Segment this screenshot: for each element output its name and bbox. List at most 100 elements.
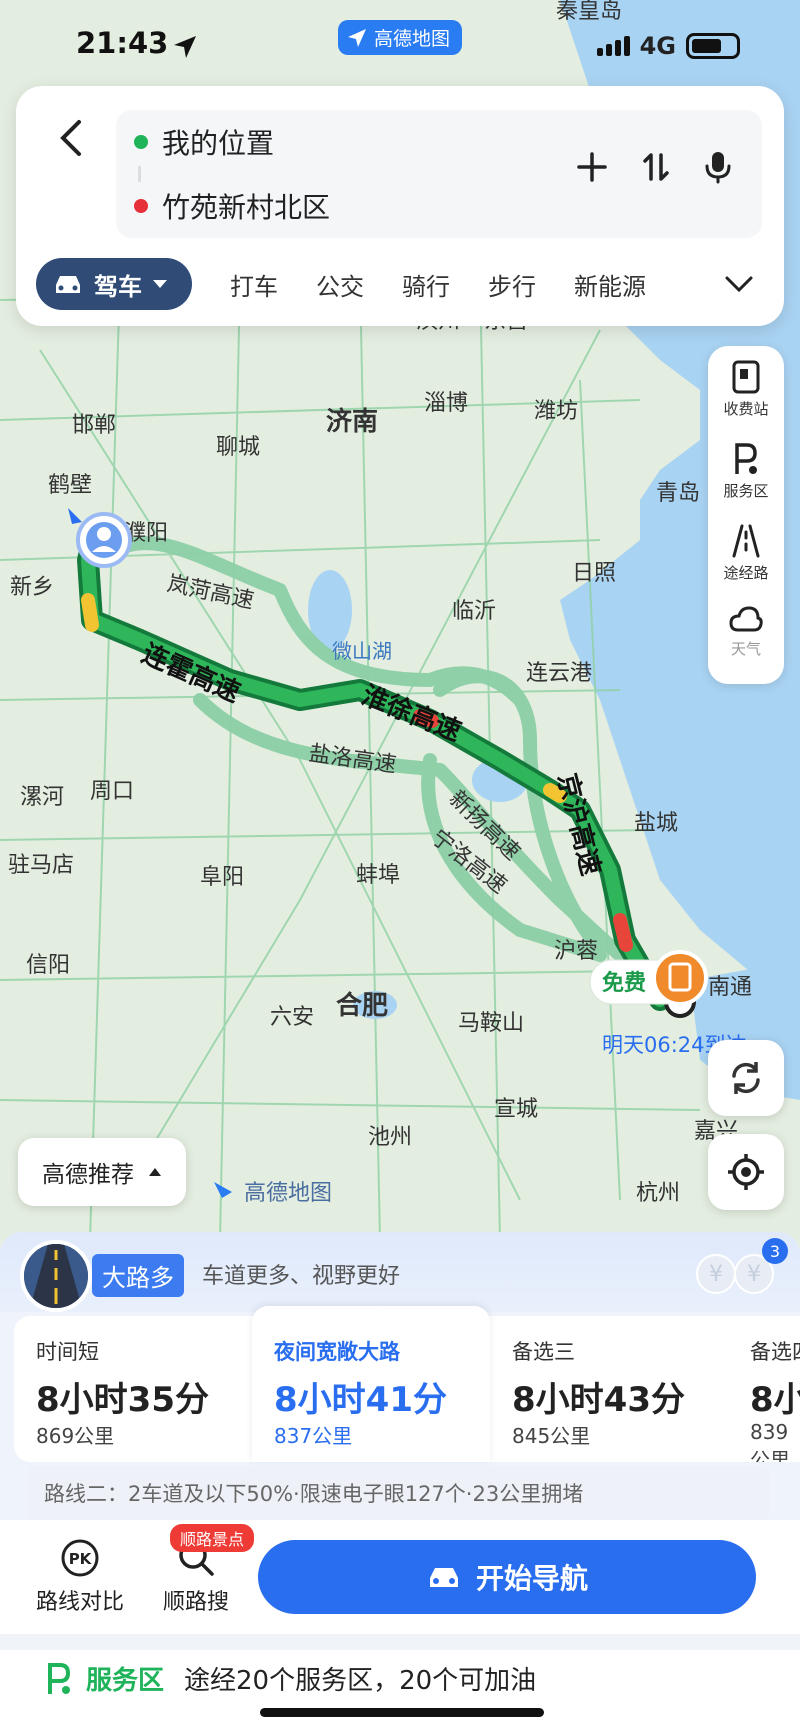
route-feature-desc: 车道更多、视野更好 xyxy=(202,1264,401,1289)
app-pill-label: 高德地图 xyxy=(374,28,451,50)
network-label: 4G xyxy=(639,32,676,60)
city-label: 新乡 xyxy=(10,575,54,600)
city-label: 盐城 xyxy=(634,811,678,836)
service-area-desc: 途经20个服务区，20个可加油 xyxy=(184,1666,537,1696)
city-label: 连云港 xyxy=(526,661,592,686)
recommend-label: 高德推荐 xyxy=(42,1162,134,1188)
waypoint-label: 途经路 xyxy=(723,564,769,582)
scenic-spots-badge: 顺路景点 xyxy=(170,1524,255,1552)
map-tools: 收费站 服务区 途经路 天气 xyxy=(708,346,784,684)
start-navigation-label: 开始导航 xyxy=(475,1562,588,1595)
city-label: 微山湖 xyxy=(332,639,392,663)
route-name: 备选三 xyxy=(512,1340,575,1364)
add-waypoint-icon[interactable] xyxy=(576,151,608,183)
city-label: 南通 xyxy=(708,975,752,1000)
recommend-dropdown[interactable]: 高德推荐 xyxy=(18,1138,186,1206)
route-distance: 839公里 xyxy=(750,1420,790,1462)
route-duration: 8小时35分 xyxy=(36,1380,209,1420)
car-icon xyxy=(429,1568,458,1587)
city-label: 杭州 xyxy=(636,1181,680,1206)
route-option-3[interactable]: 备选三 8小时43分 845公里 xyxy=(490,1316,728,1462)
route-compare-label: 路线对比 xyxy=(35,1590,124,1615)
route-feature-tag: 大路多 xyxy=(92,1254,184,1297)
city-label: 青岛 xyxy=(656,481,700,506)
city-label: 临沂 xyxy=(452,599,496,624)
refresh-route-button[interactable] xyxy=(708,1040,784,1116)
swap-icon[interactable] xyxy=(640,151,672,183)
caret-down-icon xyxy=(153,280,167,288)
city-label: 淄博 xyxy=(424,391,468,416)
svg-text:PK: PK xyxy=(69,1550,93,1568)
route-compare-button[interactable]: PK 路线对比 xyxy=(30,1538,130,1616)
battery-icon xyxy=(686,33,740,59)
route-option-1[interactable]: 时间短 8小时35分 869公里 xyxy=(14,1316,252,1462)
origin-text: 我的位置 xyxy=(162,127,275,160)
chevron-left-icon xyxy=(60,120,81,156)
app-return-pill[interactable]: 高德地图 xyxy=(338,20,463,55)
back-button[interactable] xyxy=(42,108,102,168)
route-name: 时间短 xyxy=(36,1340,99,1364)
service-area-button[interactable]: 服务区 xyxy=(708,442,784,501)
road-label-hurong: 沪蓉 xyxy=(554,939,598,964)
tab-drive[interactable]: 驾车 xyxy=(36,258,192,310)
route-option-2-selected[interactable]: 夜间宽敞大路 8小时41分 837公里 xyxy=(252,1306,490,1462)
car-icon xyxy=(56,276,80,293)
road-icon xyxy=(732,524,760,558)
route-duration: 8小时41分 xyxy=(274,1380,447,1420)
city-label: 阜阳 xyxy=(200,865,244,890)
route-summary: 路线二：2车道及以下50%·限速电子眼127个·23公里拥堵 xyxy=(28,1466,770,1520)
tab-transit[interactable]: 公交 xyxy=(316,267,364,302)
gaode-logo-icon xyxy=(348,28,366,47)
route-options: 时间短 8小时35分 869公里 夜间宽敞大路 8小时41分 837公里 备选三… xyxy=(14,1306,800,1462)
pk-icon: PK xyxy=(61,1539,99,1577)
route-duration: 8小时43分 xyxy=(512,1380,685,1420)
city-label: 蚌埠 xyxy=(356,863,400,888)
signal-icon xyxy=(596,36,630,56)
status-icons: 4G xyxy=(596,32,740,60)
route-option-4[interactable]: 备选四 8小时4 839公里 xyxy=(728,1316,800,1462)
route-name: 备选四 xyxy=(750,1340,800,1364)
microphone-icon[interactable] xyxy=(704,150,732,184)
weather-button[interactable]: 天气 xyxy=(708,604,784,659)
destination-dot xyxy=(134,199,148,213)
destination-field[interactable]: 竹苑新村北区 xyxy=(134,174,330,238)
weather-label: 天气 xyxy=(730,640,761,658)
city-label: 合肥 xyxy=(336,990,388,1021)
route-distance: 837公里 xyxy=(274,1424,353,1448)
city-label: 潍坊 xyxy=(534,399,578,424)
city-label: 宣城 xyxy=(494,1097,538,1122)
home-indicator[interactable] xyxy=(260,1708,544,1717)
city-label: 日照 xyxy=(572,561,616,586)
map-watermark: 高德地图 xyxy=(244,1181,332,1206)
destination-text: 竹苑新村北区 xyxy=(162,191,331,224)
route-name: 夜间宽敞大路 xyxy=(274,1340,400,1364)
toll-station-button[interactable]: 收费站 xyxy=(708,360,784,419)
origin-field[interactable]: 我的位置 xyxy=(134,110,274,174)
city-label: 池州 xyxy=(368,1125,412,1150)
tab-walk[interactable]: 步行 xyxy=(488,267,536,302)
city-label: 聊城 xyxy=(216,435,260,460)
status-time: 21:43 xyxy=(76,26,169,60)
waypoint-button[interactable]: 途经路 xyxy=(708,524,784,583)
city-label: 秦皇岛 xyxy=(556,0,622,24)
along-route-search-label: 顺路搜 xyxy=(162,1590,229,1615)
service-area-title: 服务区 xyxy=(86,1666,165,1696)
tab-new-energy[interactable]: 新能源 xyxy=(574,267,646,302)
route-duration: 8小时4 xyxy=(750,1380,800,1420)
locate-me-button[interactable] xyxy=(708,1134,784,1210)
start-navigation-button[interactable]: 开始导航 xyxy=(258,1540,756,1614)
route-distance: 845公里 xyxy=(512,1424,591,1448)
city-label: 六安 xyxy=(270,1005,314,1030)
city-label: 邯郸 xyxy=(72,413,116,438)
svg-text:免费: 免费 xyxy=(602,970,646,996)
chevron-down-icon[interactable] xyxy=(724,275,754,293)
service-area-summary[interactable]: 服务区 途经20个服务区，20个可加油 xyxy=(44,1660,536,1697)
refresh-icon xyxy=(732,1062,760,1094)
city-label: 漯河 xyxy=(20,785,64,810)
service-area-label: 服务区 xyxy=(723,482,769,500)
tab-taxi[interactable]: 打车 xyxy=(230,267,278,302)
tab-bike[interactable]: 骑行 xyxy=(402,267,450,302)
service-area-icon xyxy=(735,443,757,474)
toll-coin-icon[interactable]: ¥ xyxy=(696,1254,736,1294)
route-endpoints: 我的位置 竹苑新村北区 xyxy=(116,110,762,238)
